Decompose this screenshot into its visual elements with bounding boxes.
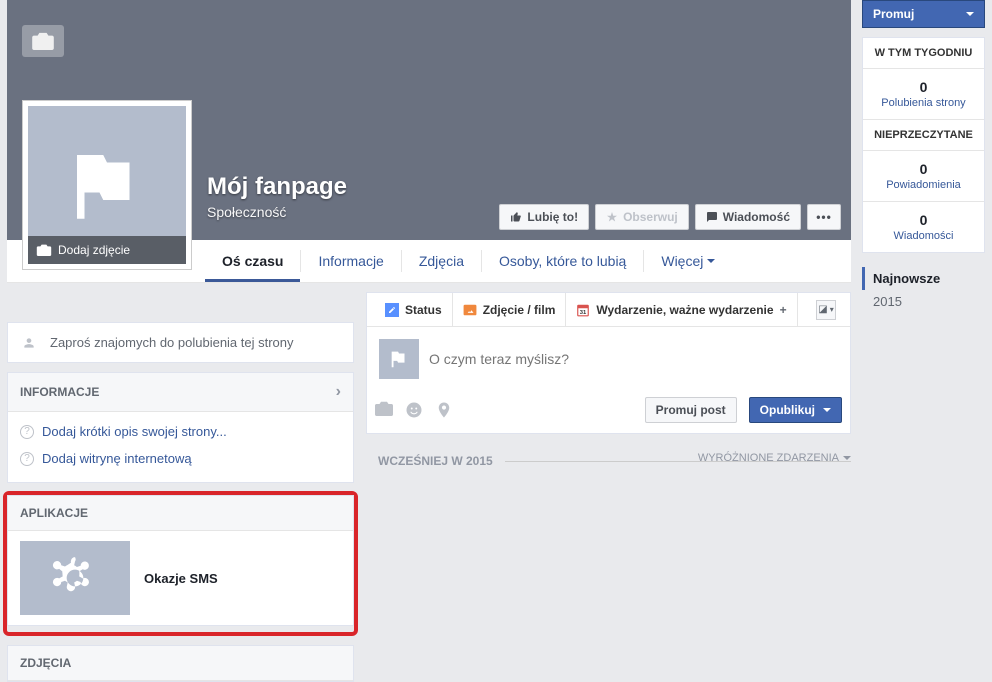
more-button[interactable]: ••• <box>807 204 841 230</box>
change-cover-button[interactable] <box>22 25 64 57</box>
timeline-nav-latest[interactable]: Najnowsze <box>862 267 985 290</box>
composer-tab-photo[interactable]: Zdjęcie / film <box>453 293 567 326</box>
publish-button[interactable]: Opublikuj <box>749 397 842 423</box>
tab-about[interactable]: Informacje <box>301 240 400 282</box>
add-photo-button[interactable]: Dodaj zdjęcie <box>28 236 186 264</box>
stat-messages[interactable]: 0 Wiadomości <box>863 202 984 252</box>
svg-text:31: 31 <box>580 310 587 316</box>
tab-photos[interactable]: Zdjęcia <box>402 240 481 282</box>
invite-friends-link[interactable]: Zaproś znajomych do polubienia tej stron… <box>8 323 353 362</box>
photos-header[interactable]: ZDJĘCIA <box>8 646 353 681</box>
composer-gear-icon: ◪▾ <box>816 300 836 320</box>
message-button[interactable]: Wiadomość <box>695 204 801 230</box>
composer-tab-event[interactable]: 31 Wydarzenie, ważne wydarzenie + <box>566 293 797 326</box>
app-thumb-icon <box>20 541 130 615</box>
apps-header[interactable]: APLIKACJE <box>8 496 353 531</box>
like-button[interactable]: Lubię to! <box>499 204 589 230</box>
stat-notifications[interactable]: 0 Powiadomienia <box>863 151 984 202</box>
week-header: W TYM TYGODNIU <box>863 38 984 69</box>
tab-timeline[interactable]: Oś czasu <box>205 240 300 282</box>
composer-tab-status[interactable]: Status <box>375 293 453 326</box>
help-icon: ? <box>20 452 34 466</box>
app-item-okazje-sms[interactable]: Okazje SMS <box>8 531 353 625</box>
composer-avatar <box>379 339 419 379</box>
cover-photo: Dodaj zdjęcie Mój fanpage Społeczność Lu… <box>7 0 851 240</box>
composer-input[interactable] <box>429 339 838 379</box>
camera-icon[interactable] <box>375 401 393 419</box>
timeline-nav: Najnowsze 2015 <box>862 267 985 313</box>
add-website-link[interactable]: ? Dodaj witrynę internetową <box>20 445 341 472</box>
stat-page-likes[interactable]: 0 Polubienia strony <box>863 69 984 120</box>
composer: Status Zdjęcie / film 31 Wydarzenie, waż… <box>366 292 851 434</box>
smiley-icon[interactable] <box>405 401 423 419</box>
timeline-nav-2015[interactable]: 2015 <box>862 290 985 313</box>
page-category[interactable]: Społeczność <box>207 204 347 220</box>
promote-post-button[interactable]: Promuj post <box>645 397 737 423</box>
info-header[interactable]: INFORMACJE › <box>8 373 353 412</box>
app-label: Okazje SMS <box>144 571 218 586</box>
chevron-right-icon: › <box>336 383 341 401</box>
invite-card: Zaproś znajomych do polubienia tej stron… <box>7 322 354 363</box>
location-icon[interactable] <box>435 401 453 419</box>
tab-likes[interactable]: Osoby, które to lubią <box>482 240 643 282</box>
stats-card: W TYM TYGODNIU 0 Polubienia strony NIEPR… <box>862 37 985 253</box>
pencil-icon <box>385 303 399 317</box>
add-description-link[interactable]: ? Dodaj krótki opis swojej strony... <box>20 418 341 445</box>
composer-settings[interactable]: ◪▾ <box>810 300 842 320</box>
calendar-icon: 31 <box>576 303 590 317</box>
apps-highlight: APLIKACJE Okazje SMS <box>3 491 358 636</box>
follow-button[interactable]: Obserwuj <box>595 204 689 230</box>
unread-header: NIEPRZECZYTANE <box>863 120 984 151</box>
help-icon: ? <box>20 425 34 439</box>
page-title: Mój fanpage <box>207 173 347 201</box>
photo-icon <box>463 303 477 317</box>
tab-more[interactable]: Więcej <box>644 240 732 282</box>
avatar[interactable]: Dodaj zdjęcie <box>22 100 192 270</box>
promote-page-button[interactable]: Promuj <box>862 0 985 28</box>
